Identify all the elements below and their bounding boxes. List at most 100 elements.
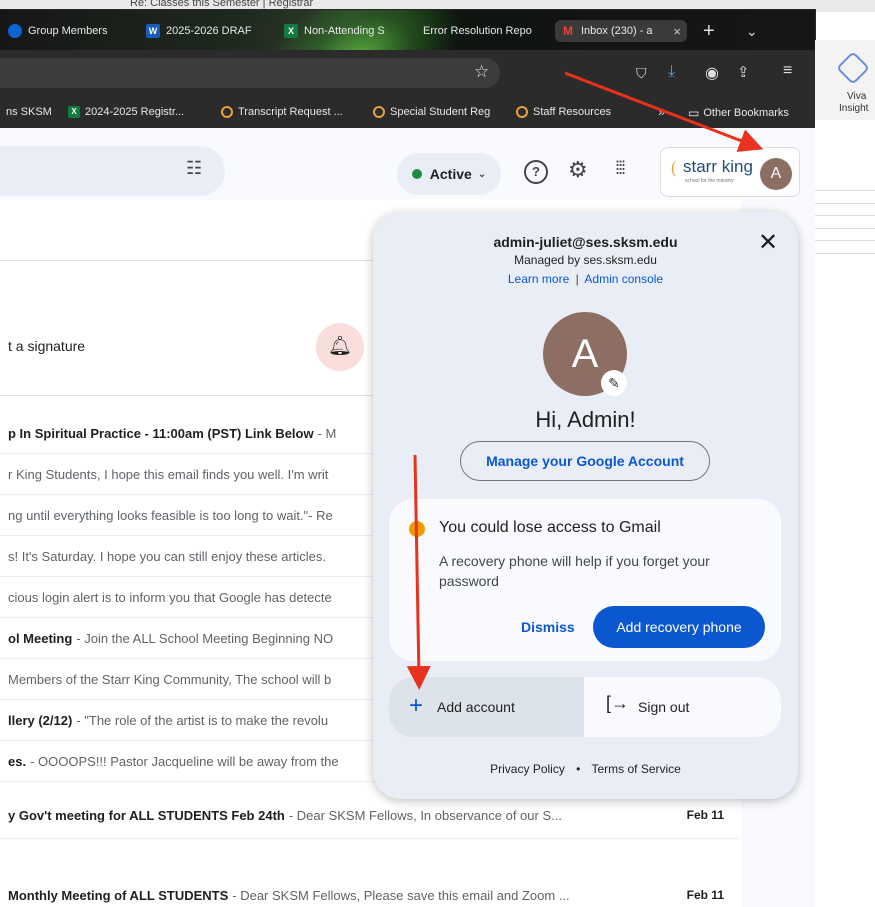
- notification-bell-icon[interactable]: 🔔︎: [316, 323, 364, 371]
- bookmark-star-icon[interactable]: ☆: [474, 62, 489, 82]
- gmail-header: ☷ Active ⌄ ? ⚙ ⁞⁞⁞ ( starr king school f…: [0, 128, 815, 200]
- background-window-title: Re: Classes this Semester | Registrar: [130, 0, 314, 9]
- admin-console-link[interactable]: Admin console: [584, 272, 663, 286]
- viva-panel: Viva Insight: [815, 40, 875, 120]
- tab-label: Group Members: [28, 25, 108, 37]
- org-name: starr king: [683, 157, 753, 176]
- tab-label: Non-Attending S: [304, 25, 385, 37]
- bookmark-item[interactable]: Staff Resources: [516, 106, 611, 118]
- email-snippet: cious login alert is to inform you that …: [8, 589, 332, 605]
- manage-google-account-button[interactable]: Manage your Google Account: [460, 441, 710, 481]
- warning-body: A recovery phone will help if you forget…: [439, 553, 710, 589]
- email-subject: y Gov't meeting for ALL STUDENTS Feb 24t…: [8, 807, 285, 823]
- tab-group-members[interactable]: Group Members: [8, 20, 120, 42]
- signature-prompt-text: t a signature: [8, 338, 86, 354]
- bookmark-item[interactable]: X 2024-2025 Registr...: [68, 106, 184, 118]
- viva-insights-icon[interactable]: [836, 51, 870, 85]
- managed-by-text: Managed by ses.sksm.edu: [514, 253, 657, 267]
- link-separator: |: [575, 272, 579, 286]
- admin-links: Learn more | Admin console: [373, 272, 798, 286]
- url-field[interactable]: ☆: [0, 58, 500, 88]
- search-bar[interactable]: ☷: [0, 146, 225, 196]
- tab-list-chevron-icon[interactable]: ⌄: [746, 20, 758, 42]
- chevron-down-icon: ⌄: [477, 168, 487, 180]
- email-subject: Monthly Meeting of ALL STUDENTS: [8, 887, 229, 903]
- email-snippet: - Dear SKSM Fellows, Please save this em…: [232, 887, 570, 903]
- add-account-label: Add account: [437, 699, 515, 715]
- email-snippet: s! It's Saturday. I hope you can still e…: [8, 548, 327, 564]
- add-recovery-phone-button[interactable]: Add recovery phone: [593, 606, 765, 648]
- viva-label: Insight: [839, 103, 869, 114]
- bookmark-item[interactable]: ns SKSM: [6, 106, 52, 118]
- email-date: Feb 11: [686, 888, 724, 902]
- bookmark-folder-other[interactable]: ▭ Other Bookmarks: [688, 106, 789, 120]
- email-snippet: ng until everything looks feasible is to…: [8, 507, 333, 523]
- add-account-button[interactable]: + Add account: [389, 677, 584, 737]
- help-icon[interactable]: ?: [524, 160, 548, 184]
- email-snippet: - Dear SKSM Fellows, In observance of ou…: [288, 807, 562, 823]
- word-icon: W: [146, 24, 160, 38]
- account-icon[interactable]: ◉: [705, 63, 719, 83]
- email-snippet: Members of the Starr King Community, The…: [8, 671, 332, 687]
- sksm-icon: [373, 106, 385, 118]
- edit-pencil-icon[interactable]: ✎: [601, 370, 627, 396]
- bookmark-label: Other Bookmarks: [703, 107, 789, 119]
- sksm-icon: [221, 106, 233, 118]
- plus-icon: +: [409, 692, 424, 719]
- tab-label: Error Resolution Repo: [423, 25, 532, 37]
- background-field: [815, 240, 875, 254]
- tab-draft-doc[interactable]: W 2025-2026 DRAF: [146, 20, 261, 42]
- close-tab-icon[interactable]: ×: [673, 24, 681, 39]
- status-label: Active: [429, 166, 472, 182]
- new-tab-icon[interactable]: +: [703, 20, 715, 42]
- viva-label: Viva: [847, 91, 867, 102]
- apps-grid-icon[interactable]: ⁞⁞⁞: [615, 158, 626, 179]
- learn-more-link[interactable]: Learn more: [508, 272, 569, 286]
- account-avatar-button[interactable]: A: [760, 158, 792, 190]
- outlook-icon: [8, 24, 22, 38]
- account-popup: ✕ admin-juliet@ses.sksm.edu Managed by s…: [373, 212, 798, 799]
- footer-dot: •: [576, 762, 581, 776]
- tab-label: Inbox (230) - a: [581, 25, 653, 37]
- status-dot-icon: [411, 169, 422, 179]
- tab-inbox[interactable]: M Inbox (230) - a ×: [555, 20, 687, 42]
- bookmark-item[interactable]: Transcript Request ...: [221, 106, 343, 118]
- status-active-button[interactable]: Active ⌄: [397, 153, 501, 195]
- popup-footer: Privacy Policy • Terms of Service: [373, 762, 798, 776]
- sksm-icon: [516, 106, 528, 118]
- search-options-icon[interactable]: ☷: [186, 158, 202, 179]
- account-email: admin-juliet@ses.sksm.edu: [493, 234, 678, 250]
- bookmarks-overflow-icon[interactable]: »: [658, 104, 665, 119]
- tab-non-attending[interactable]: X Non-Attending S: [284, 20, 399, 42]
- email-snippet: - "The role of the artist is to make the…: [76, 712, 329, 728]
- email-snippet: - OOOOPS!!! Pastor Jacqueline will be aw…: [30, 753, 339, 769]
- background-field: [815, 215, 875, 229]
- privacy-policy-link[interactable]: Privacy Policy: [490, 762, 565, 776]
- menu-icon[interactable]: ≡: [783, 62, 792, 80]
- email-row[interactable]: y Gov't meeting for ALL STUDENTS Feb 24t…: [0, 792, 740, 839]
- tab-label: 2025-2026 DRAF: [166, 25, 252, 37]
- tab-error-resolution[interactable]: Error Resolution Repo: [423, 20, 543, 42]
- settings-gear-icon[interactable]: ⚙: [568, 157, 588, 183]
- bookmark-label: 2024-2025 Registr...: [85, 106, 185, 118]
- org-tagline: school for the ministry: [685, 178, 734, 184]
- email-snippet: - Join the ALL School Meeting Beginning …: [76, 630, 334, 646]
- terms-of-service-link[interactable]: Terms of Service: [592, 762, 681, 776]
- email-subject: p In Spiritual Practice - 11:00am (PST) …: [8, 425, 314, 441]
- sksm-logo-icon: (: [671, 158, 677, 177]
- background-field: [815, 190, 875, 204]
- email-row[interactable]: Monthly Meeting of ALL STUDENTS - Dear S…: [0, 872, 740, 907]
- dismiss-button[interactable]: Dismiss: [521, 619, 575, 635]
- account-actions-row: + Add account [→ Sign out: [389, 677, 781, 737]
- browser-window: Group Members W 2025-2026 DRAF X Non-Att…: [0, 10, 815, 907]
- email-subject: es.: [8, 753, 27, 769]
- email-subject: ol Meeting: [8, 630, 73, 646]
- share-icon[interactable]: ⇪: [737, 63, 750, 81]
- pocket-icon[interactable]: ⛉: [636, 65, 647, 82]
- gmail-icon: M: [563, 24, 573, 38]
- download-icon[interactable]: ⤓: [668, 63, 675, 81]
- sign-out-button[interactable]: [→ Sign out: [586, 677, 781, 737]
- bookmark-item[interactable]: Special Student Reg: [373, 106, 490, 118]
- recovery-warning-card: You could lose access to Gmail A recover…: [389, 499, 781, 661]
- email-snippet: r King Students, I hope this email finds…: [8, 466, 329, 482]
